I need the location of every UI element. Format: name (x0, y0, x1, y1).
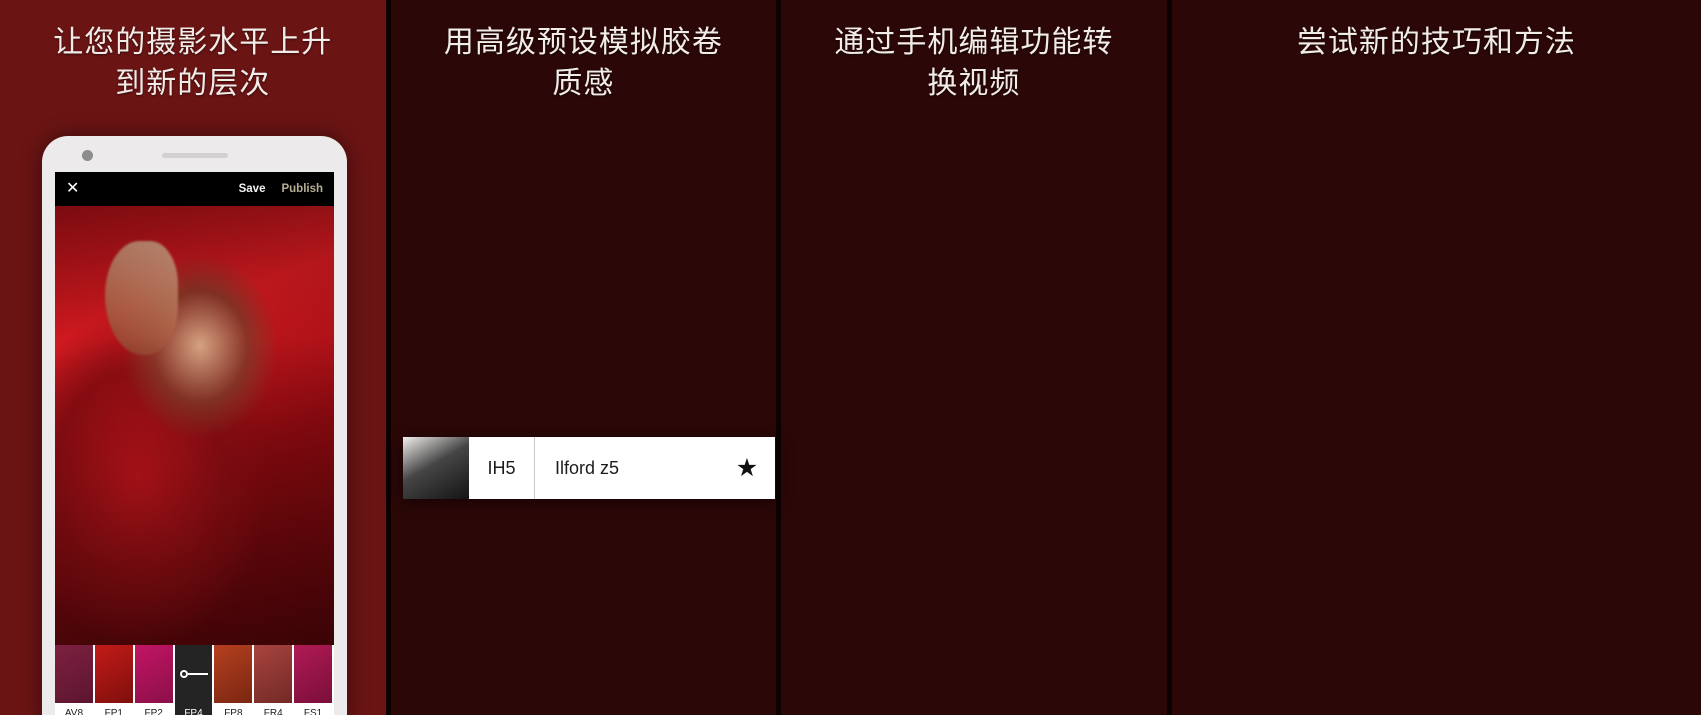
filmstrip-preset-fs1[interactable]: FS1 (294, 645, 334, 715)
preset-thumbnail (294, 645, 333, 703)
preset-filmstrip[interactable]: AV8 FP1 FP2 FP4 FP8 FR4 FS1 (55, 645, 334, 715)
highlighted-preset-card[interactable]: IH5 Ilford z5 ★ (403, 437, 775, 499)
editor-photo-preview (55, 206, 334, 645)
preset-thumbnail (55, 645, 93, 703)
phone-screen-1: ✕ Save Publish AV8 FP1 FP2 FP4 FP8 FR4 FS1 (55, 172, 334, 715)
preset-label: FP8 (214, 703, 253, 715)
publish-button[interactable]: Publish (281, 183, 323, 195)
preset-thumbnail (254, 645, 293, 703)
preset-thumbnail (94, 645, 133, 703)
filmstrip-preset-fp1[interactable]: FP1 (94, 645, 135, 715)
preset-label: FS1 (294, 703, 333, 715)
phone-top-bezel (42, 136, 347, 172)
promo-panel-4: 尝试新的技巧和方法 ‹ ••• How to Edit a Portrait P… (1171, 0, 1701, 715)
editor-toolbar: ✕ Save Publish (55, 172, 334, 206)
preset-name: Ilford z5 (555, 457, 620, 478)
preset-label: FP4 (174, 703, 213, 715)
close-icon[interactable]: ✕ (66, 181, 79, 197)
adjust-slider-icon (179, 670, 208, 678)
preset-label: FP1 (94, 703, 133, 715)
promo-panel-2: 用高级预设模拟胶卷 质感 Cancel Organize Save Preset… (390, 0, 777, 715)
preset-label: FP2 (134, 703, 173, 715)
filmstrip-preset-fp8[interactable]: FP8 (214, 645, 255, 715)
panel-4-headline: 尝试新的技巧和方法 (1296, 26, 1576, 59)
preset-code: IH5 (469, 437, 535, 499)
filmstrip-preset-fp2[interactable]: FP2 (134, 645, 175, 715)
favorite-star-icon[interactable]: ★ (719, 437, 775, 499)
camera-icon (82, 150, 93, 161)
preset-thumbnail (214, 645, 253, 703)
panel-2-headline: 用高级预设模拟胶卷 质感 (443, 26, 723, 101)
panel-3-headline: 通过手机编辑功能转 换视频 (834, 26, 1114, 101)
preset-thumbnail (174, 645, 213, 703)
preset-thumbnail (134, 645, 173, 703)
filmstrip-preset-fp4[interactable]: FP4 (174, 645, 215, 715)
panel-1-headline: 让您的摄影水平上升 到新的层次 (53, 26, 333, 101)
phone-mockup-1: ✕ Save Publish AV8 FP1 FP2 FP4 FP8 FR4 FS1 (42, 136, 347, 715)
promo-panel-3: 通过手机编辑功能转 换视频 ✕ Save Publish ContrastStr… (781, 0, 1167, 715)
preset-thumbnail (403, 437, 469, 499)
promo-panel-1: 让您的摄影水平上升 到新的层次 ✕ Save Publish AV8 FP1 FP2… (0, 0, 386, 715)
save-button[interactable]: Save (239, 183, 266, 195)
filmstrip-preset-fr4[interactable]: FR4 (254, 645, 295, 715)
preset-label: FR4 (254, 703, 293, 715)
preset-label: AV8 (55, 703, 93, 715)
filmstrip-preset-av8[interactable]: AV8 (55, 645, 95, 715)
screenshot-gallery: 让您的摄影水平上升 到新的层次 ✕ Save Publish AV8 FP1 FP2… (0, 0, 1701, 715)
speaker-grill (161, 153, 228, 158)
